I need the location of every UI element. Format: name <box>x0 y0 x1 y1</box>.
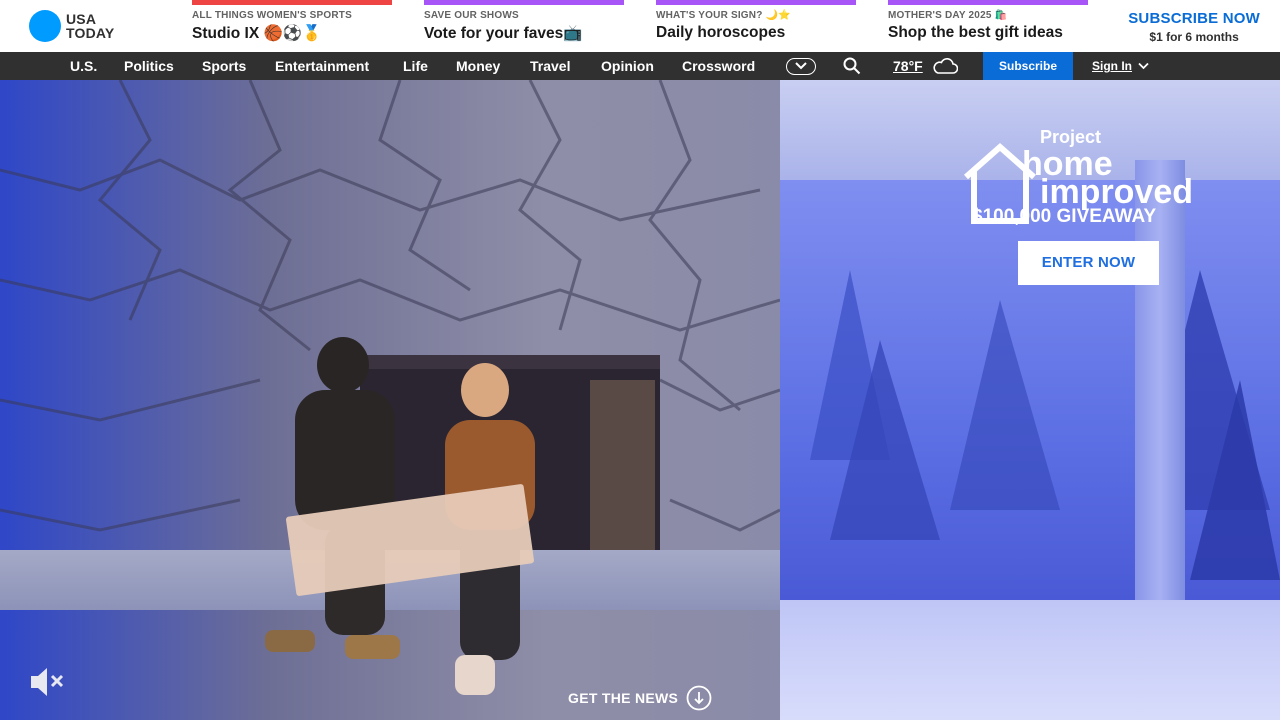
nav-item-politics[interactable]: Politics <box>124 52 174 80</box>
promo-horoscopes[interactable]: WHAT'S YOUR SIGN? 🌙⭐ Daily horoscopes <box>656 0 856 52</box>
sign-in-chevron-icon[interactable] <box>1138 62 1149 70</box>
nav-item-opinion[interactable]: Opinion <box>601 52 654 80</box>
giveaway-label: $100,000 GIVEAWAY <box>972 206 1156 225</box>
nav-item-entertainment[interactable]: Entertainment <box>275 52 369 80</box>
promo-kicker: ALL THINGS WOMEN'S SPORTS <box>192 10 352 21</box>
promo-accent-bar <box>192 0 392 5</box>
search-button[interactable] <box>843 57 861 80</box>
nav-item-life[interactable]: Life <box>403 52 428 80</box>
main-nav: U.S. Politics Sports Entertainment Life … <box>0 52 1280 80</box>
hero-floor <box>770 600 1280 720</box>
promo-accent-bar <box>424 0 624 5</box>
search-icon <box>843 57 861 75</box>
top-promo-bar: USA TODAY ALL THINGS WOMEN'S SPORTS Stud… <box>0 0 1280 52</box>
enter-now-button[interactable]: ENTER NOW <box>1018 241 1159 285</box>
hero-pillar <box>1135 160 1185 605</box>
promo-save-our-shows[interactable]: SAVE OUR SHOWS Vote for your faves📺 <box>424 0 624 52</box>
promo-accent-bar <box>656 0 856 5</box>
mute-toggle-button[interactable] <box>28 664 66 700</box>
promo-kicker: MOTHER'S DAY 2025 🛍️ <box>888 10 1008 21</box>
get-the-news-link[interactable]: GET THE NEWS <box>568 684 712 712</box>
subscribe-headline: SUBSCRIBE NOW <box>1128 10 1260 27</box>
promo-accent-bar <box>888 0 1088 5</box>
hero-ad-video[interactable]: Project home improved $100,000 GIVEAWAY … <box>0 80 1280 720</box>
nav-item-money[interactable]: Money <box>456 52 500 80</box>
subscribe-now-link[interactable]: SUBSCRIBE NOW $1 for 6 months <box>1128 10 1260 44</box>
nav-item-sports[interactable]: Sports <box>202 52 246 80</box>
nav-item-us[interactable]: U.S. <box>70 52 97 80</box>
logo-text: USA TODAY <box>66 12 114 40</box>
promo-kicker: WHAT'S YOUR SIGN? 🌙⭐ <box>656 10 791 21</box>
project-home-improved-logo: Project home improved $100,000 GIVEAWAY <box>964 127 1193 225</box>
promo-title: Studio IX 🏀⚽🥇 <box>192 25 322 42</box>
more-menu-button[interactable] <box>786 58 816 75</box>
get-the-news-label: GET THE NEWS <box>568 690 679 706</box>
subscribe-button[interactable]: Subscribe <box>983 52 1073 80</box>
nav-item-travel[interactable]: Travel <box>530 52 570 80</box>
promo-title: Shop the best gift ideas <box>888 24 1063 41</box>
logo-dot-icon <box>29 10 61 42</box>
logo-line-2: TODAY <box>66 25 115 41</box>
subscribe-subline: $1 for 6 months <box>1149 30 1239 44</box>
promo-kicker: SAVE OUR SHOWS <box>424 10 519 21</box>
promo-womens-sports[interactable]: ALL THINGS WOMEN'S SPORTS Studio IX 🏀⚽🥇 <box>192 0 392 52</box>
nav-item-crossword[interactable]: Crossword <box>682 52 755 80</box>
promo-title: Daily horoscopes <box>656 24 786 41</box>
cloud-icon[interactable] <box>932 57 959 80</box>
weather-temp: 78°F <box>893 58 923 74</box>
usa-today-logo[interactable]: USA TODAY <box>29 10 114 42</box>
promo-mothers-day[interactable]: MOTHER'S DAY 2025 🛍️ Shop the best gift … <box>888 0 1088 52</box>
promo-title: Vote for your faves📺 <box>424 25 583 42</box>
weather-link[interactable]: 78°F <box>893 52 923 80</box>
chevron-down-icon <box>795 62 807 70</box>
campaign-small-label: Project <box>1040 127 1101 147</box>
speaker-muted-icon <box>31 668 64 696</box>
fireplace-screen <box>590 380 655 550</box>
arrow-down-circle-icon <box>686 685 712 711</box>
sign-in-link[interactable]: Sign In <box>1092 52 1132 80</box>
